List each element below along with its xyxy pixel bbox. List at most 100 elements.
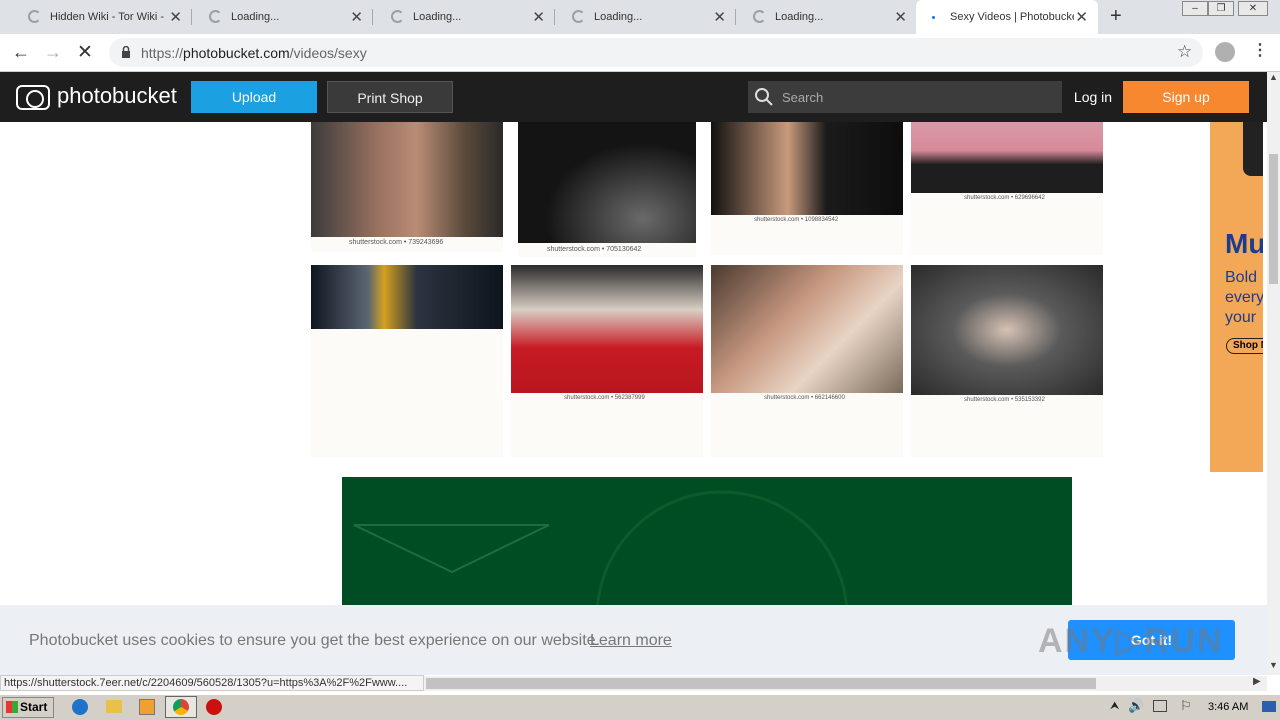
tab-title: Loading...: [231, 11, 280, 23]
forward-icon[interactable]: →: [44, 42, 62, 63]
close-tab-icon[interactable]: ✕: [350, 8, 363, 26]
horizontal-scrollbar[interactable]: ▶: [424, 676, 1267, 691]
upload-button[interactable]: Upload: [191, 81, 317, 113]
scroll-right-icon[interactable]: ▶: [1253, 676, 1261, 687]
taskbar-clock: 3:46 AM: [1208, 701, 1249, 713]
thumbnail-image[interactable]: [518, 122, 696, 243]
chrome-icon: [173, 699, 189, 715]
thumbnail-image[interactable]: [911, 122, 1103, 193]
close-tab-icon[interactable]: ✕: [169, 8, 182, 26]
close-tab-icon[interactable]: ✕: [713, 8, 726, 26]
ad-headline: Mu: [1225, 228, 1263, 259]
status-bar-url: https://shutterstock.7eer.net/c/2204609/…: [0, 675, 424, 691]
restore-icon[interactable]: ❐: [1208, 1, 1234, 16]
start-label: Start: [20, 700, 48, 714]
profile-avatar-icon[interactable]: [1215, 42, 1235, 62]
minimize-icon[interactable]: –: [1182, 1, 1208, 16]
browser-tab-active[interactable]: Sexy Videos | Photobucket ✕: [916, 0, 1098, 34]
gallery-card[interactable]: shutterstock.com • 739243696: [311, 122, 503, 252]
search-placeholder: Search: [782, 90, 824, 105]
print-shop-button[interactable]: Print Shop: [327, 81, 453, 113]
thumbnail-image[interactable]: [311, 265, 503, 329]
tab-title: Hidden Wiki - Tor Wiki - Deep Web: [50, 11, 168, 23]
tab-title: Sexy Videos | Photobucket: [950, 11, 1074, 23]
image-caption: shutterstock.com • 705130642: [547, 246, 642, 253]
login-link[interactable]: Log in: [1068, 81, 1118, 113]
site-logo[interactable]: photobucket: [57, 83, 177, 109]
close-tab-icon[interactable]: ✕: [532, 8, 545, 26]
thumbnail-image[interactable]: [911, 265, 1103, 395]
gallery-card[interactable]: shutterstock.com • 1098834542: [711, 122, 903, 255]
opera-icon[interactable]: [206, 699, 222, 715]
image-caption: shutterstock.com • 562387999: [564, 395, 645, 401]
scroll-up-icon[interactable]: ▲: [1269, 72, 1278, 82]
cookie-consent-bar: Photobucket uses cookies to ensure you g…: [0, 605, 1267, 675]
gallery-card[interactable]: shutterstock.com • 535153392: [911, 265, 1103, 457]
browser-tab[interactable]: Loading... ✕: [373, 0, 555, 34]
close-tab-icon[interactable]: ✕: [894, 8, 907, 26]
address-bar[interactable]: https://photobucket.com/videos/sexy ☆: [109, 38, 1203, 67]
folder-icon[interactable]: [106, 700, 122, 713]
start-button[interactable]: Start: [2, 697, 54, 718]
cookie-message: Photobucket uses cookies to ensure you g…: [29, 632, 601, 649]
gallery-card[interactable]: shutterstock.com • 562387999: [511, 265, 703, 457]
ad-product-image: [1243, 122, 1263, 176]
stop-loading-icon[interactable]: ✕: [77, 41, 93, 64]
image-caption: shutterstock.com • 1098834542: [754, 217, 839, 223]
loading-spinner-icon: [572, 10, 585, 23]
thumbnail-image[interactable]: [711, 265, 903, 393]
show-desktop-icon[interactable]: [1262, 701, 1276, 712]
gallery-card[interactable]: shutterstock.com • 705130642: [518, 122, 696, 257]
learn-more-link[interactable]: Learn more: [590, 632, 672, 650]
tray-arrow-icon[interactable]: ⮝: [1110, 700, 1119, 713]
media-player-icon[interactable]: [139, 699, 155, 715]
search-icon: [755, 88, 773, 106]
signup-button[interactable]: Sign up: [1123, 81, 1249, 113]
thumbnail-image[interactable]: [511, 265, 703, 393]
image-caption: shutterstock.com • 629696642: [964, 195, 1045, 201]
close-tab-icon[interactable]: ✕: [1075, 8, 1088, 26]
gallery-card[interactable]: [311, 265, 503, 457]
new-tab-icon[interactable]: +: [1110, 5, 1122, 28]
gallery-card[interactable]: shutterstock.com • 662146600: [711, 265, 903, 457]
windows-logo-icon: [6, 701, 18, 713]
lock-icon: [122, 46, 130, 58]
loading-spinner-icon: [753, 10, 766, 23]
loading-dot-icon: [932, 16, 935, 19]
thumbnail-image[interactable]: [311, 122, 503, 237]
browser-tab[interactable]: Loading... ✕: [735, 0, 917, 34]
image-caption: shutterstock.com • 739243696: [349, 239, 444, 246]
camera-logo-icon[interactable]: [16, 85, 50, 110]
image-caption: shutterstock.com • 662146600: [764, 395, 845, 401]
side-advertisement[interactable]: Mu Boldeveryyour Shop N: [1210, 122, 1263, 472]
site-header: photobucket Upload Print Shop Search Log…: [0, 72, 1267, 122]
flag-icon[interactable]: ⚐: [1180, 698, 1192, 714]
loading-spinner-icon: [391, 10, 404, 23]
banner-advertisement[interactable]: [342, 477, 1072, 605]
bookmark-star-icon[interactable]: ☆: [1177, 42, 1192, 62]
tab-title: Loading...: [413, 11, 462, 23]
ad-shop-button[interactable]: Shop N: [1226, 338, 1263, 354]
chrome-taskbar-button[interactable]: [165, 696, 197, 718]
close-window-icon[interactable]: ✕: [1238, 1, 1268, 16]
network-icon[interactable]: [1153, 700, 1167, 712]
volume-icon[interactable]: 🔊: [1128, 698, 1144, 714]
back-icon[interactable]: ←: [12, 42, 30, 63]
scrollbar-thumb[interactable]: [426, 678, 1096, 689]
windows-taskbar: Start ⮝ 🔊 ⚐ 3:46 AM: [0, 694, 1280, 720]
browser-tab[interactable]: Loading... ✕: [554, 0, 736, 34]
scroll-down-icon[interactable]: ▼: [1269, 660, 1278, 670]
thumbnail-image[interactable]: [711, 122, 903, 215]
tab-strip: Hidden Wiki - Tor Wiki - Deep Web ✕ Load…: [0, 0, 1280, 34]
vertical-scrollbar[interactable]: ▲ ▼: [1267, 72, 1280, 675]
search-input[interactable]: Search: [748, 81, 1062, 113]
browser-tab[interactable]: Loading... ✕: [191, 0, 373, 34]
menu-kebab-icon[interactable]: ⋮: [1252, 40, 1268, 60]
scrollbar-thumb[interactable]: [1269, 154, 1278, 284]
browser-tab[interactable]: Hidden Wiki - Tor Wiki - Deep Web ✕: [10, 0, 192, 34]
tab-title: Loading...: [775, 11, 824, 23]
browser-toolbar: ← → ✕ https://photobucket.com/videos/sex…: [0, 34, 1280, 72]
ie-icon[interactable]: [72, 699, 88, 715]
gallery-card[interactable]: shutterstock.com • 629696642: [911, 122, 1103, 255]
loading-spinner-icon: [209, 10, 222, 23]
